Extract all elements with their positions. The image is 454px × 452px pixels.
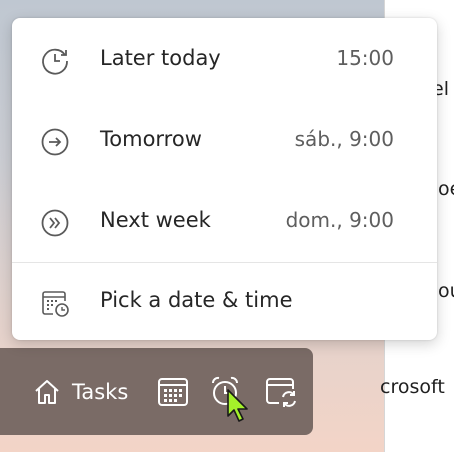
calendar-clock-icon (42, 291, 69, 317)
clock-icon (42, 48, 68, 75)
menu-item-pick-date-time[interactable]: Pick a date & time (12, 262, 437, 340)
menu-item-time: 15:00 (336, 46, 394, 70)
double-chevron-circle-icon (41, 209, 69, 237)
menu-item-time: dom., 9:00 (285, 208, 394, 232)
menu-item-time: sáb., 9:00 (294, 127, 394, 151)
calendar-repeat-icon[interactable] (264, 374, 298, 408)
doc-text-fragment: oe (438, 178, 454, 200)
arrow-right-circle-icon (41, 128, 69, 156)
menu-item-next-week[interactable]: Next week dom., 9:00 (12, 182, 437, 262)
snooze-menu: Later today 15:00 Tomorrow sáb., 9:00 Ne… (12, 18, 437, 340)
home-icon (35, 380, 59, 404)
bottom-toolbar: Tasks (0, 348, 313, 435)
menu-item-label: Next week (100, 208, 211, 232)
menu-item-later-today[interactable]: Later today 15:00 (12, 20, 437, 100)
calendar-icon[interactable] (156, 374, 190, 408)
doc-text-fragment: crosoft (380, 376, 445, 398)
tasks-button[interactable]: Tasks (32, 376, 128, 408)
tasks-label: Tasks (72, 380, 129, 404)
menu-item-label: Pick a date & time (100, 288, 293, 312)
mouse-cursor-icon (227, 389, 248, 422)
doc-text-fragment: ou (438, 280, 454, 302)
menu-item-tomorrow[interactable]: Tomorrow sáb., 9:00 (12, 101, 437, 181)
menu-item-label: Later today (100, 46, 221, 70)
menu-item-label: Tomorrow (100, 127, 202, 151)
